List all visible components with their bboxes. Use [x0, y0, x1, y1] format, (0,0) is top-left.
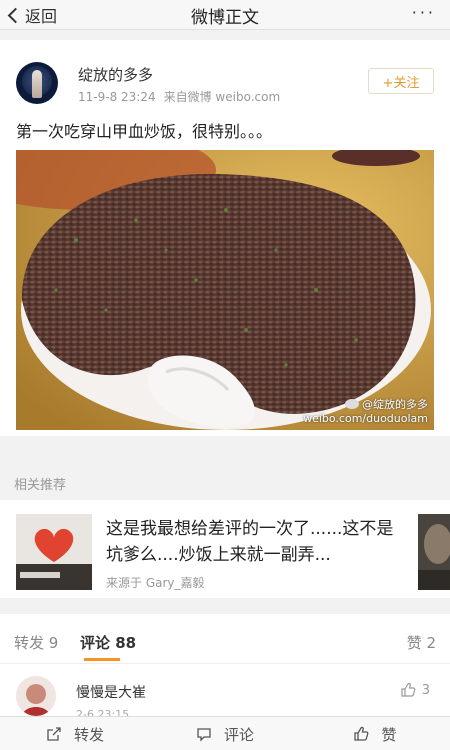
repost-button[interactable]: 转发	[0, 717, 150, 750]
related-card-text: 这是我最想给差评的一次了......这不是坑爹么....炒饭上来就一副弄...	[106, 519, 394, 565]
comment-like-button[interactable]: 3	[400, 682, 430, 698]
thumbs-up-icon	[401, 682, 416, 697]
top-nav-bar: 返回 微博正文 ···	[0, 0, 450, 30]
related-section-label: 相关推荐	[14, 478, 67, 493]
comment-icon	[197, 728, 211, 742]
tab-comments[interactable]: 评论 88	[80, 632, 136, 653]
page-title: 微博正文	[191, 8, 259, 28]
related-thumbnail	[16, 514, 92, 590]
thumbs-up-icon	[354, 726, 369, 741]
tab-likes[interactable]: 赞 2	[407, 632, 436, 653]
related-card[interactable]: 这是我最想给差评的一次了......这不是坑爹么....炒饭上来就一副弄... …	[0, 500, 450, 598]
repost-icon	[47, 727, 61, 741]
like-button[interactable]: 赞	[300, 717, 450, 750]
post-source: 来自微博 weibo.com	[163, 90, 281, 104]
heart-sign-photo	[16, 514, 92, 590]
commenter-name[interactable]: 慢慢是大崔	[76, 682, 146, 702]
tab-repost[interactable]: 转发 9	[14, 632, 58, 653]
active-tab-indicator	[84, 658, 120, 661]
related-card-source: 来源于 Gary_嘉毅	[106, 576, 205, 590]
fried-rice-plate-photo	[16, 150, 434, 430]
bottom-action-bar: 转发 评论 赞	[0, 716, 450, 750]
avatar[interactable]	[16, 62, 58, 104]
post-meta: 11-9-8 23:24 来自微博 weibo.com	[78, 88, 280, 105]
weibo-post-card: 绽放的多多 11-9-8 23:24 来自微博 weibo.com +关注 第一次…	[0, 40, 450, 436]
post-text: 第一次吃穿山甲血炒饭，很特别。。。	[16, 122, 273, 141]
comment-item: 慢慢是大崔 2-6 23:15 3	[0, 664, 450, 721]
post-image[interactable]: @绽放的多多 weibo.com/duoduolam	[16, 150, 434, 430]
weibo-logo-icon	[345, 399, 359, 409]
post-author-name[interactable]: 绽放的多多	[78, 64, 153, 85]
photo-watermark: @绽放的多多 weibo.com/duoduolam	[303, 398, 428, 425]
follow-button[interactable]: +关注	[368, 68, 434, 94]
comment-button[interactable]: 评论	[150, 717, 300, 750]
post-time: 11-9-8 23:24	[78, 90, 156, 104]
comment-like-count: 3	[421, 682, 430, 698]
more-options-button[interactable]: ···	[412, 5, 436, 21]
post-tabs: 转发 9 评论 88 赞 2	[0, 614, 450, 664]
commenter-avatar[interactable]	[16, 676, 56, 716]
related-thumbnail-next[interactable]	[418, 514, 450, 590]
